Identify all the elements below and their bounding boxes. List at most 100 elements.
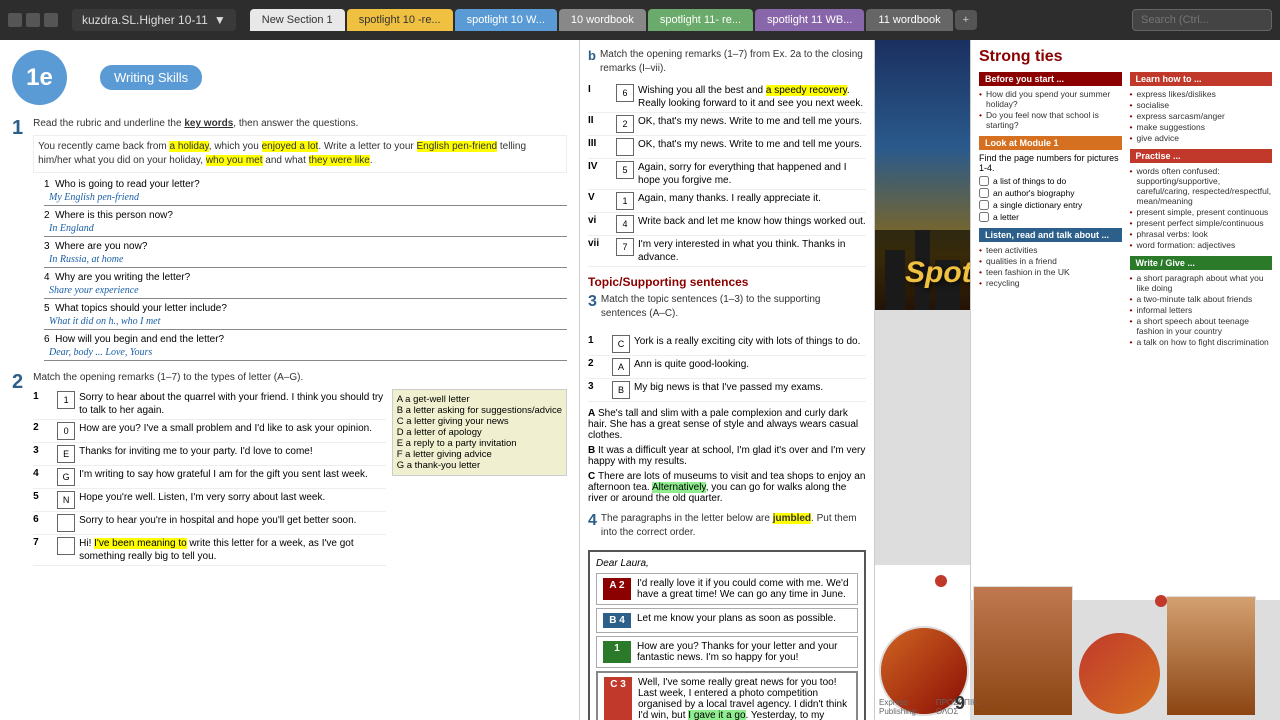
jumbled-letter: Dear Laura, A 2 I'd really love it if yo… <box>588 550 866 720</box>
checkbox-2: an author's biography <box>979 188 1122 198</box>
types-list: A a get-well letter B a letter asking fo… <box>392 389 567 566</box>
para-text-b: Let me know your plans as soon as possib… <box>637 613 836 628</box>
before-start-section: Before you start ... How did you spend y… <box>979 72 1122 130</box>
topic-supporting-section: Topic/Supporting sentences 3 Match the t… <box>588 275 866 504</box>
red-dot-2 <box>1155 595 1167 607</box>
look-module-section: Look at Module 1 Find the page numbers f… <box>979 136 1122 222</box>
para-label-intro: 1 <box>603 641 631 663</box>
listen-read-section: Listen, read and talk about ... teen act… <box>979 228 1122 288</box>
letter-para-b: B 4 Let me know your plans as soon as po… <box>596 608 858 633</box>
middle-panel: b Match the opening remarks (1–7) from E… <box>580 40 875 720</box>
ts-2: 2 A Ann is quite good-looking. <box>588 356 866 379</box>
before-start-2: Do you feel now that school is starting? <box>979 110 1122 130</box>
before-start-title: Before you start ... <box>979 72 1122 86</box>
para-text-a: I'd really love it if you could come wit… <box>637 578 851 600</box>
cr-item-7: vii 7 I'm very interested in what you th… <box>588 236 866 267</box>
cr-item-4: IV 5 Again, sorry for everything that ha… <box>588 159 866 190</box>
tabs-bar: New Section 1 spotlight 10 -re... spotli… <box>250 9 1126 31</box>
q4: 4 Why are you writing the letter? Share … <box>44 272 567 299</box>
lh-2: socialise <box>1130 100 1273 110</box>
or-item-4: 4 G I'm writing to say how grateful I am… <box>33 466 386 489</box>
look-module-items: a list of things to do an author's biogr… <box>979 176 1122 222</box>
add-tab-button[interactable]: + <box>955 10 977 30</box>
or-item-7: 7 Hi! I've been meaning to write this le… <box>33 535 386 566</box>
q6: 6 How will you begin and end the letter?… <box>44 334 567 361</box>
cr-item-2: II 2 OK, that's my news. Write to me and… <box>588 113 866 136</box>
cr-item-3: III OK, that's my news. Write to me and … <box>588 136 866 159</box>
cr-item-5: V 1 Again, many thanks. I really appreci… <box>588 190 866 213</box>
letter-para-a: A 2 I'd really love it if you could come… <box>596 573 858 605</box>
or-item-3: 3 E Thanks for inviting me to your party… <box>33 443 386 466</box>
wg-3: informal letters <box>1130 305 1273 315</box>
tab-spotlight10-re[interactable]: spotlight 10 -re... <box>347 9 453 31</box>
tab-spotlight10-w[interactable]: spotlight 10 W... <box>455 9 557 31</box>
top-bar: kuzdra.SL.Higher 10-11 ▼ New Section 1 s… <box>0 0 1280 40</box>
or-item-5: 5 N Hope you're well. Listen, I'm very s… <box>33 489 386 512</box>
q6-answer: Dear, body ... Love, Yours <box>44 347 567 361</box>
q5-answer: What it did on h., who I met <box>44 316 567 330</box>
tab-11-wordbook[interactable]: 11 wordbook <box>866 9 952 31</box>
wg-2: a two-minute talk about friends <box>1130 294 1273 304</box>
red-dot-1 <box>935 575 947 587</box>
left-column: Before you start ... How did you spend y… <box>979 72 1122 353</box>
cr-item-6: vi 4 Write back and let me know how thin… <box>588 213 866 236</box>
minimize-button[interactable] <box>8 13 22 27</box>
lh-3: express sarcasm/anger <box>1130 111 1273 121</box>
section-1-questions: 1 Who is going to read your letter? My E… <box>32 179 567 361</box>
supporting-sentences: A She's tall and slim with a pale comple… <box>588 408 866 504</box>
topic-supporting-title: Topic/Supporting sentences <box>588 275 866 289</box>
section-2: 2 Match the opening remarks (1–7) to the… <box>12 371 567 566</box>
q3: 3 Where are you now? In Russia, at home <box>44 241 567 268</box>
q1-answer: My English pen-friend <box>44 192 567 206</box>
section-b-letter: b <box>588 48 596 63</box>
close-button[interactable] <box>44 13 58 27</box>
letter-salutation: Dear Laura, <box>596 558 858 569</box>
photo-4 <box>1166 596 1256 716</box>
q5: 5 What topics should your letter include… <box>44 303 567 330</box>
right-column: Learn how to ... express likes/dislikes … <box>1130 72 1273 353</box>
or-item-1: 1 1 Sorry to hear about the quarrel with… <box>33 389 386 420</box>
closing-remarks-list: I 6 Wishing you all the best and a speed… <box>588 82 866 267</box>
main-content: 1e Writing Skills 1 Read the rubric and … <box>0 40 1280 720</box>
para-label-b: B 4 <box>603 613 631 628</box>
letter-para-c: C 3 Well, I've some really great news fo… <box>596 671 858 720</box>
lh-4: make suggestions <box>1130 122 1273 132</box>
strong-ties-panel: Strong ties Before you start ... How did… <box>970 40 1280 600</box>
lr-3: teen fashion in the UK <box>979 267 1122 277</box>
strong-ties-columns: Before you start ... How did you spend y… <box>979 72 1272 353</box>
section-badge: 1e <box>26 64 53 92</box>
section-3-instruction: Match the topic sentences (1–3) to the s… <box>601 293 866 321</box>
section-4-instruction: The paragraphs in the letter below are j… <box>601 512 866 540</box>
tab-new-section[interactable]: New Section 1 <box>250 9 345 31</box>
maximize-button[interactable] <box>26 13 40 27</box>
or-item-2: 2 0 How are you? I've a small problem an… <box>33 420 386 443</box>
para-label-c: C 3 <box>604 677 632 720</box>
cr-item-1: I 6 Wishing you all the best and a speed… <box>588 82 866 113</box>
photo-3 <box>1077 631 1162 716</box>
search-input[interactable] <box>1132 9 1272 31</box>
look-module-instruction: Find the page numbers for pictures 1-4. <box>979 153 1122 173</box>
letter-para-intro: 1 How are you? Thanks for your letter an… <box>596 636 858 668</box>
publisher-left: Express Publishing <box>879 698 916 716</box>
checkbox-1: a list of things to do <box>979 176 1122 186</box>
pr-2: present simple, present continuous <box>1130 207 1273 217</box>
ts-3: 3 B My big news is that I've passed my e… <box>588 379 866 402</box>
tab-spotlight11-wb[interactable]: spotlight 11 WB... <box>755 9 864 31</box>
wg-4: a short speech about teenage fashion in … <box>1130 316 1273 336</box>
lr-2: qualities in a friend <box>979 256 1122 266</box>
section-4-num: 4 <box>588 512 597 530</box>
wg-5: a talk on how to fight discrimination <box>1130 337 1273 347</box>
pr-5: word formation: adjectives <box>1130 240 1273 250</box>
writing-skills-badge: Writing Skills <box>100 65 202 90</box>
lh-5: give advice <box>1130 133 1273 143</box>
tab-10-wordbook[interactable]: 10 wordbook <box>559 9 646 31</box>
q4-answer: Share your experience <box>44 285 567 299</box>
window-controls <box>8 13 58 27</box>
para-text-c: Well, I've some really great news for yo… <box>638 677 850 720</box>
q3-answer: In Russia, at home <box>44 254 567 268</box>
section-1-instruction: Read the rubric and underline the key wo… <box>33 117 567 131</box>
app-title[interactable]: kuzdra.SL.Higher 10-11 ▼ <box>72 9 236 31</box>
topic-sentences: 1 C York is a really exciting city with … <box>588 333 866 402</box>
q1: 1 Who is going to read your letter? My E… <box>44 179 567 206</box>
tab-spotlight11-re[interactable]: spotlight 11- re... <box>648 9 753 31</box>
